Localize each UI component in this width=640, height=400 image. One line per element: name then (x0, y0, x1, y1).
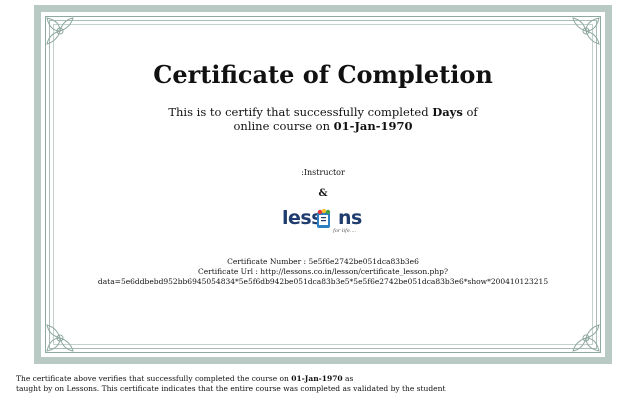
corner-ornament-icon (45, 323, 75, 353)
verification-note: The certificate above verifies that succ… (16, 374, 446, 393)
corner-ornament-icon (571, 323, 601, 353)
statement-suffix: of (466, 105, 478, 119)
completion-date: 01-Jan-1970 (333, 119, 413, 133)
ampersand: & (318, 188, 328, 199)
certificate-url-data: data=5e6ddbebd952bb6945054834*5e5f6db942… (97, 277, 549, 286)
certificate-url: Certificate Url : http://lessons.co.in/l… (197, 267, 448, 276)
statement-line2-prefix: online course on (233, 119, 331, 133)
logo-mark-icon (316, 208, 331, 229)
logo-tagline: for life.... (333, 228, 357, 234)
footer-date: 01-Jan-1970 (291, 374, 343, 383)
corner-ornament-icon (571, 16, 601, 46)
certificate: Certificate of Completion This is to cer… (34, 5, 612, 364)
instructor-label: :Instructor (301, 168, 345, 177)
certificate-statement: This is to certify that successfully com… (34, 105, 612, 133)
statement-prefix: This is to certify that successfully com… (168, 105, 429, 119)
course-name: Days (432, 105, 463, 119)
corner-ornament-icon (45, 16, 75, 46)
certificate-title: Certificate of Completion (153, 60, 493, 89)
certificate-details: Certificate Number : 5e5f6e2742be051dca8… (34, 257, 612, 287)
certificate-number: Certificate Number : 5e5f6e2742be051dca8… (227, 257, 419, 266)
lessons-logo: less ns for life.... (282, 205, 362, 241)
